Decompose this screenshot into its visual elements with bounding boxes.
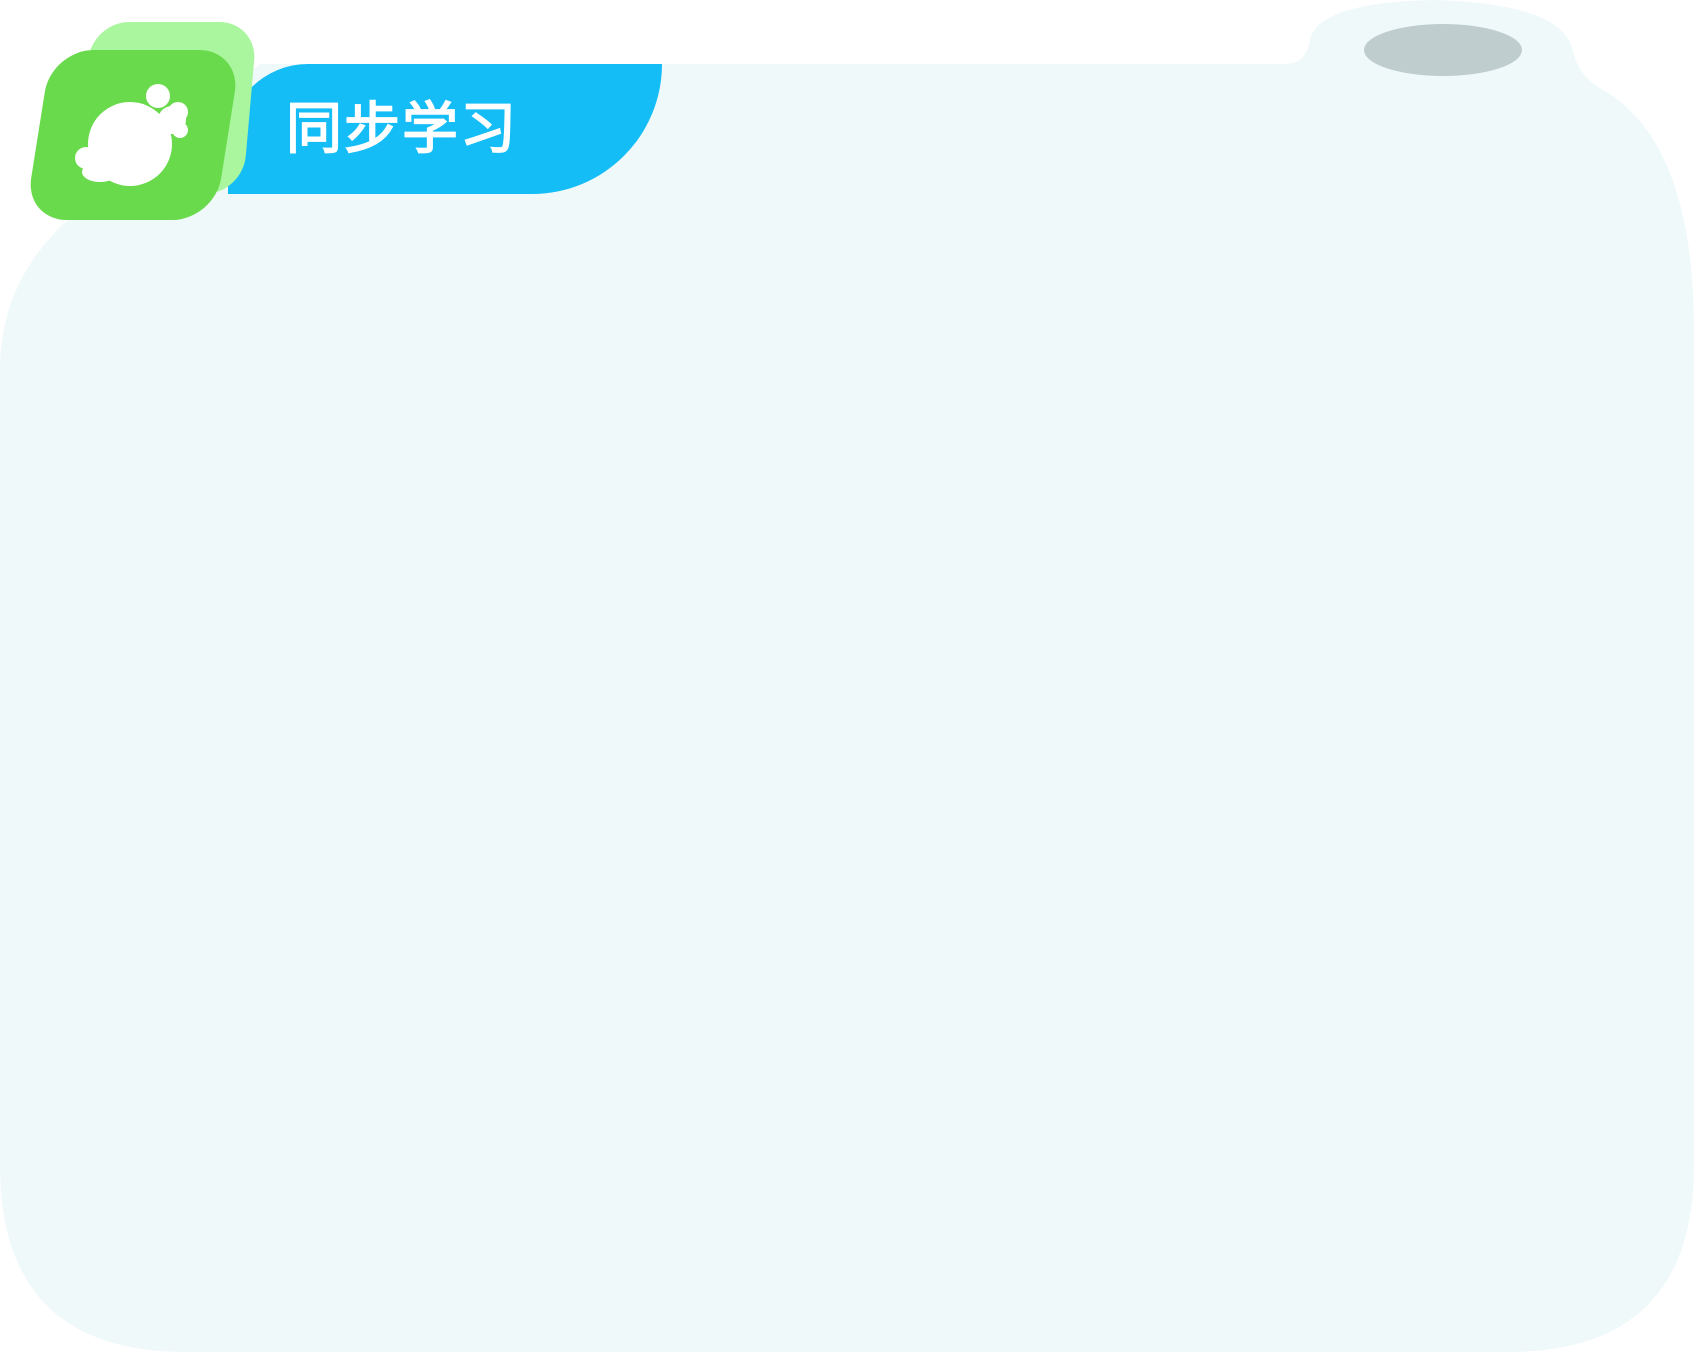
study-panel-frame: 同步学习 <box>0 0 1694 1352</box>
panel-background <box>0 0 1694 1352</box>
lemon-icon <box>75 84 188 186</box>
hanger-knob <box>1364 24 1522 76</box>
page-title: 同步学习 <box>286 97 518 162</box>
